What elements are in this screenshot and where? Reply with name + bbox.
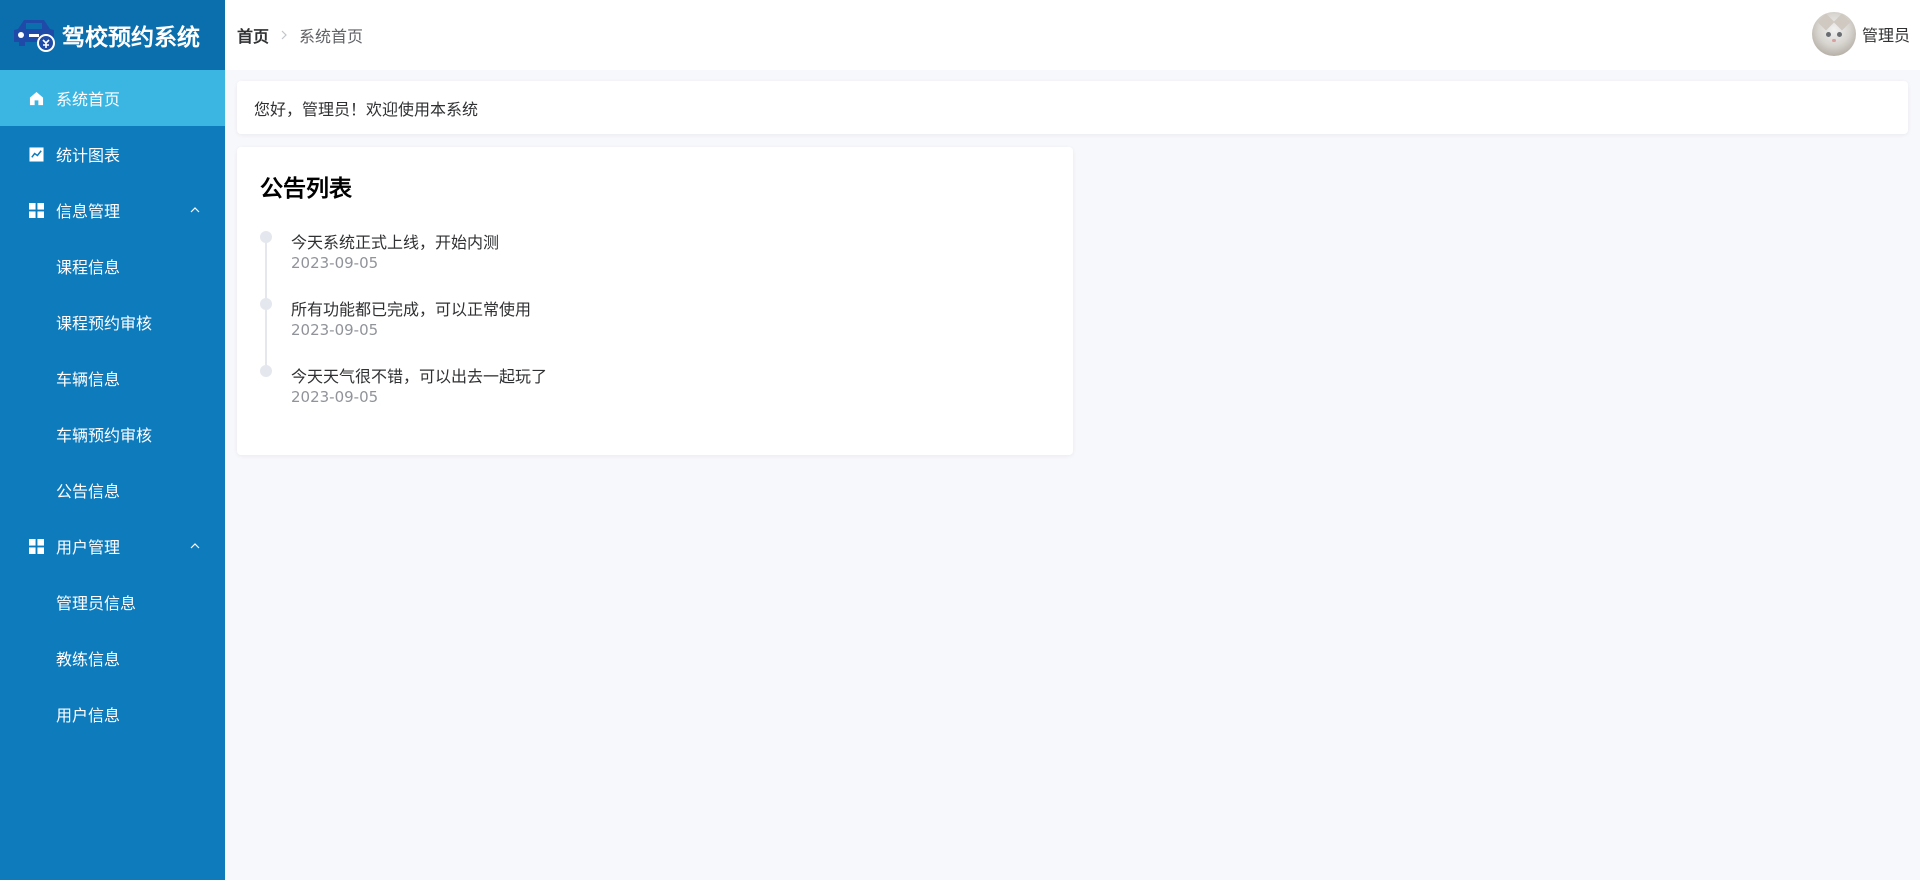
sidebar-item-label: 统计图表 bbox=[56, 146, 121, 165]
notice-date: 2023-09-05 bbox=[291, 388, 379, 406]
welcome-banner: 您好，管理员！欢迎使用本系统 bbox=[237, 81, 1908, 134]
grid-icon bbox=[28, 538, 44, 554]
sidebar-item-user-management[interactable]: 用户管理 bbox=[0, 518, 225, 574]
timeline-dot bbox=[260, 365, 272, 377]
top-header: 首页 系统首页 管理员 bbox=[225, 0, 1920, 70]
notice-item: 今天天气很不错，可以出去一起玩了 2023-09-05 bbox=[260, 363, 1040, 430]
timeline-dot bbox=[260, 298, 272, 310]
sidebar-item-label: 用户管理 bbox=[56, 538, 121, 557]
breadcrumb-home[interactable]: 首页 bbox=[237, 23, 269, 47]
notice-content: 今天系统正式上线，开始内测 bbox=[291, 233, 500, 252]
sidebar-item-info-management[interactable]: 信息管理 bbox=[0, 182, 225, 238]
breadcrumb-current: 系统首页 bbox=[299, 27, 364, 46]
user-menu[interactable]: 管理员 bbox=[1811, 12, 1910, 56]
sidebar-item-home[interactable]: 系统首页 bbox=[0, 70, 225, 126]
app-title: 驾校预约系统 bbox=[62, 25, 200, 51]
sidebar: 驾校预约系统 系统首页 统计图表 信息管理 课程信息 课程预约审核 车辆信息 车… bbox=[0, 0, 225, 880]
sidebar-item-vehicle-booking-review[interactable]: 车辆预约审核 bbox=[0, 406, 225, 462]
chevron-up-icon bbox=[190, 543, 200, 549]
home-icon bbox=[28, 90, 44, 106]
sidebar-item-vehicle-info[interactable]: 车辆信息 bbox=[0, 350, 225, 406]
app-root: 驾校预约系统 系统首页 统计图表 信息管理 课程信息 课程预约审核 车辆信息 车… bbox=[0, 0, 1920, 880]
notice-timeline: 今天系统正式上线，开始内测 2023-09-05 所有功能都已完成，可以正常使用… bbox=[260, 229, 1040, 430]
username[interactable]: 管理员 bbox=[1862, 22, 1910, 46]
sidebar-menu: 系统首页 统计图表 信息管理 课程信息 课程预约审核 车辆信息 车辆预约审核 公… bbox=[0, 70, 225, 742]
breadcrumb: 首页 系统首页 bbox=[237, 23, 363, 47]
chevron-right-icon bbox=[279, 29, 289, 41]
notice-list-title: 公告列表 bbox=[260, 176, 352, 202]
welcome-text: 您好，管理员！欢迎使用本系统 bbox=[254, 99, 479, 119]
sidebar-item-label: 信息管理 bbox=[56, 202, 121, 221]
notice-content: 今天天气很不错，可以出去一起玩了 bbox=[291, 367, 548, 386]
notice-content: 所有功能都已完成，可以正常使用 bbox=[291, 300, 532, 319]
notice-item: 今天系统正式上线，开始内测 2023-09-05 bbox=[260, 229, 1040, 296]
sidebar-item-charts[interactable]: 统计图表 bbox=[0, 126, 225, 182]
car-logo-icon bbox=[14, 20, 55, 52]
avatar[interactable] bbox=[1811, 12, 1856, 56]
notice-date: 2023-09-05 bbox=[291, 254, 379, 272]
grid-icon bbox=[28, 202, 44, 218]
sidebar-item-notice-info[interactable]: 公告信息 bbox=[0, 462, 225, 518]
sidebar-item-course-booking-review[interactable]: 课程预约审核 bbox=[0, 294, 225, 350]
notice-card: 公告列表 今天系统正式上线，开始内测 2023-09-05 所有功能都已完成，可… bbox=[237, 147, 1073, 455]
notice-date: 2023-09-05 bbox=[291, 321, 379, 339]
timeline-dot bbox=[260, 231, 272, 243]
notice-item: 所有功能都已完成，可以正常使用 2023-09-05 bbox=[260, 296, 1040, 363]
sidebar-item-coach-info[interactable]: 教练信息 bbox=[0, 630, 225, 686]
chevron-up-icon bbox=[190, 207, 200, 213]
logo: 驾校预约系统 bbox=[0, 0, 225, 70]
chart-icon bbox=[28, 146, 44, 162]
sidebar-item-label: 系统首页 bbox=[56, 90, 121, 109]
sidebar-item-admin-info[interactable]: 管理员信息 bbox=[0, 574, 225, 630]
sidebar-item-user-info[interactable]: 用户信息 bbox=[0, 686, 225, 742]
sidebar-item-course-info[interactable]: 课程信息 bbox=[0, 238, 225, 294]
